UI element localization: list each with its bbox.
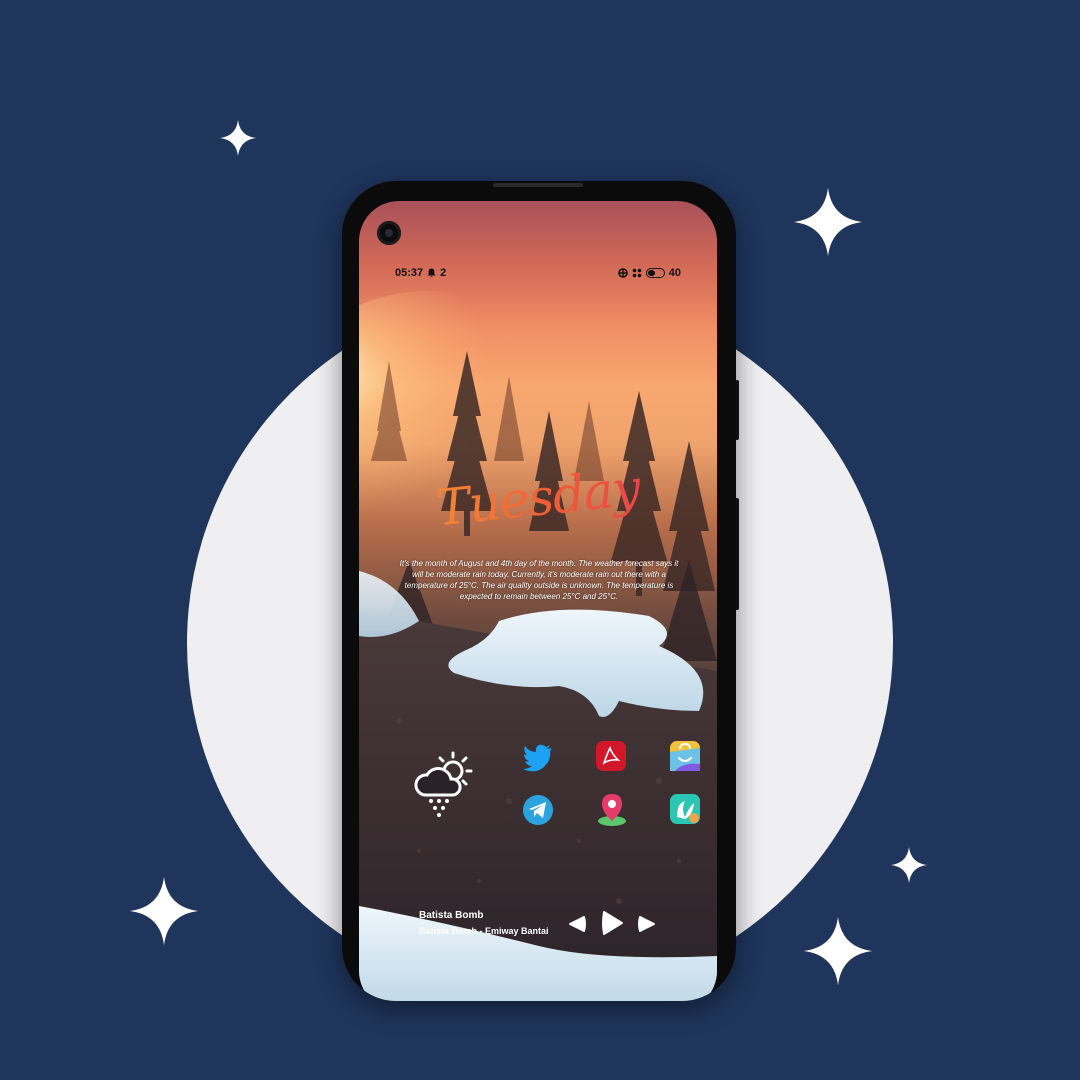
- weather-rain-icon[interactable]: [413, 749, 477, 817]
- phone-frame: 05:37 2 40 Tuesday It's the month of Aug…: [342, 181, 736, 1001]
- play-icon[interactable]: [599, 909, 625, 937]
- bell-icon: [427, 268, 436, 278]
- sparkle-icon: [793, 187, 863, 257]
- music-track-subtitle[interactable]: Batista Bomb - Emiway Bantai: [419, 926, 549, 936]
- next-track-icon[interactable]: [637, 913, 659, 935]
- telegram-icon[interactable]: [521, 793, 555, 827]
- clock: 05:37: [395, 267, 424, 279]
- sparkle-icon: [803, 916, 873, 986]
- twitter-icon[interactable]: [521, 740, 555, 774]
- sparkle-icon: [129, 876, 199, 946]
- battery-icon: [645, 268, 665, 278]
- status-bar-left: 05:37 2: [395, 267, 446, 279]
- sparkle-icon: [220, 120, 256, 156]
- acrobat-icon[interactable]: [595, 740, 627, 772]
- weather-summary-text: It's the month of August and 4th day of …: [399, 559, 679, 601]
- front-camera: [377, 221, 401, 245]
- shopping-bag-icon[interactable]: [669, 740, 701, 772]
- music-track-title[interactable]: Batista Bomb: [419, 910, 483, 921]
- home-screen: 05:37 2 40 Tuesday It's the month of Aug…: [359, 201, 717, 1001]
- battery-level: 40: [668, 267, 681, 279]
- apps-grid-icon: [632, 268, 642, 278]
- notification-count: 2: [440, 267, 447, 279]
- map-pin-icon[interactable]: [595, 791, 629, 827]
- data-saver-icon: [617, 268, 628, 278]
- status-bar-right: 40: [617, 267, 681, 279]
- previous-track-icon[interactable]: [565, 913, 587, 935]
- sparkle-icon: [891, 847, 927, 883]
- earpiece-speaker: [493, 183, 583, 187]
- saavn-icon[interactable]: [669, 793, 701, 825]
